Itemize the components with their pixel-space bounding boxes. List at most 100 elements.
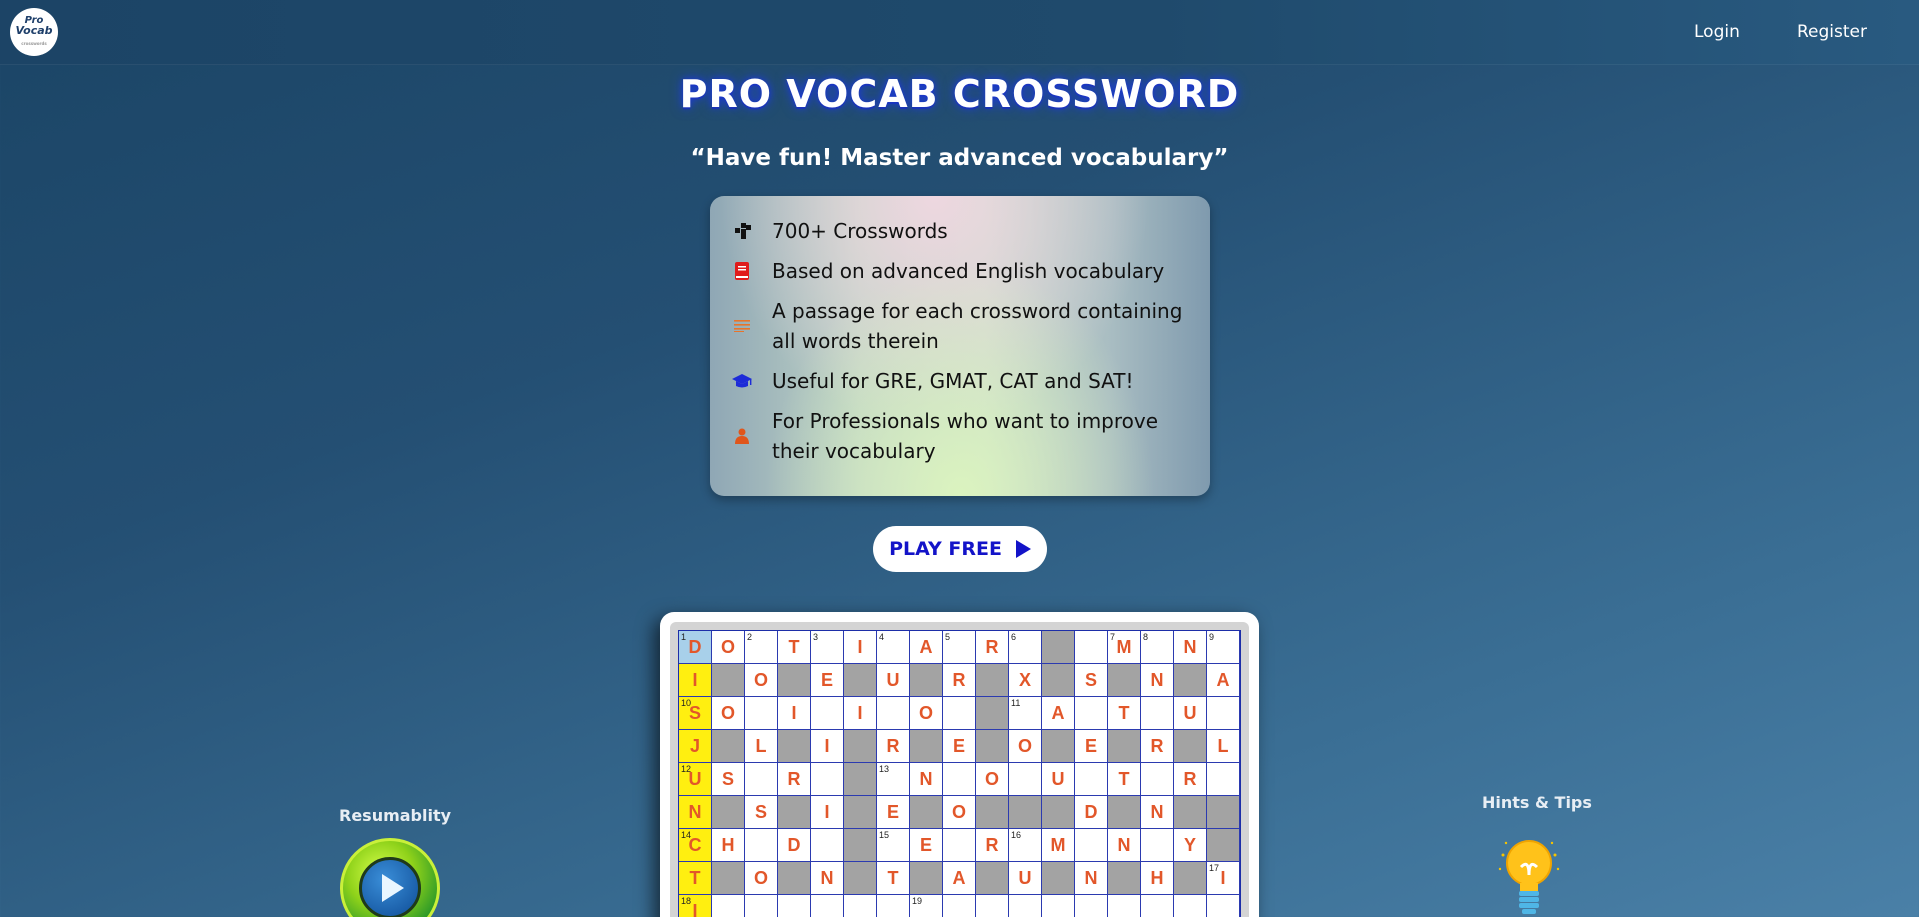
crossword-cell[interactable]: R [1174, 763, 1207, 796]
crossword-cell[interactable]: A [943, 862, 976, 895]
crossword-cell[interactable]: I [844, 631, 877, 664]
play-free-button[interactable]: PLAY FREE [873, 526, 1047, 572]
crossword-cell[interactable]: 14 C [679, 829, 712, 862]
crossword-cell[interactable]: Y [1174, 829, 1207, 862]
crossword-cell[interactable]: T [679, 862, 712, 895]
crossword-cell[interactable]: R [877, 730, 910, 763]
crossword-cell[interactable]: E [943, 730, 976, 763]
crossword-cell[interactable]: 15 [877, 829, 910, 862]
crossword-cell[interactable]: X [1009, 664, 1042, 697]
crossword-cell[interactable]: 10 S [679, 697, 712, 730]
pro-vocab-logo[interactable]: Pro Vocab crosswords [10, 8, 58, 56]
crossword-cell[interactable] [1207, 697, 1240, 730]
crossword-cell[interactable] [943, 829, 976, 862]
crossword-cell[interactable]: U [877, 664, 910, 697]
crossword-cell[interactable]: R [976, 829, 1009, 862]
crossword-cell[interactable]: T [778, 631, 811, 664]
crossword-cell[interactable] [811, 763, 844, 796]
crossword-cell[interactable] [943, 697, 976, 730]
crossword-cell[interactable]: L [745, 730, 778, 763]
crossword-cell[interactable]: M [1042, 829, 1075, 862]
crossword-cell[interactable]: 4 [877, 631, 910, 664]
crossword-cell[interactable]: E [1075, 730, 1108, 763]
crossword-cell[interactable]: 9 [1207, 631, 1240, 664]
crossword-cell[interactable]: R [976, 631, 1009, 664]
crossword-cell[interactable] [1075, 631, 1108, 664]
crossword-cell[interactable]: N [1108, 829, 1141, 862]
crossword-cell[interactable]: D [778, 829, 811, 862]
crossword-cell[interactable]: 11 [1009, 697, 1042, 730]
crossword-cell[interactable]: H [712, 829, 745, 862]
crossword-cell[interactable]: R [943, 664, 976, 697]
crossword-cell[interactable]: 12 U [679, 763, 712, 796]
crossword-cell[interactable]: U [1009, 862, 1042, 895]
crossword-cell[interactable] [1075, 697, 1108, 730]
crossword-cell[interactable]: E [811, 664, 844, 697]
crossword-cell[interactable]: O [745, 664, 778, 697]
crossword-cell[interactable]: I [679, 664, 712, 697]
crossword-cell[interactable]: N [1174, 631, 1207, 664]
crossword-cell[interactable]: O [910, 697, 943, 730]
crossword-cell[interactable] [1108, 895, 1141, 917]
crossword-cell[interactable]: T [1108, 697, 1141, 730]
crossword-cell[interactable]: 19 [910, 895, 943, 917]
crossword-cell[interactable]: 13 [877, 763, 910, 796]
crossword-cell[interactable] [1141, 763, 1174, 796]
crossword-cell[interactable]: 7M [1108, 631, 1141, 664]
crossword-cell[interactable]: E [877, 796, 910, 829]
register-link[interactable]: Register [1797, 22, 1867, 42]
crossword-cell[interactable]: R [1141, 730, 1174, 763]
crossword-cell[interactable] [778, 895, 811, 917]
crossword-cell[interactable]: 2 [745, 631, 778, 664]
crossword-cell[interactable]: A [1042, 697, 1075, 730]
crossword-cell[interactable] [1009, 895, 1042, 917]
crossword-cell[interactable]: 5 [943, 631, 976, 664]
crossword-cell[interactable]: E [910, 829, 943, 862]
crossword-cell[interactable] [745, 697, 778, 730]
crossword-cell[interactable] [1042, 895, 1075, 917]
crossword-cell[interactable]: H [1141, 862, 1174, 895]
crossword-cell[interactable] [1141, 697, 1174, 730]
crossword-cell[interactable]: N [679, 796, 712, 829]
crossword-cell[interactable] [1207, 763, 1240, 796]
crossword-cell[interactable] [1141, 829, 1174, 862]
crossword-cell[interactable] [877, 895, 910, 917]
crossword-cell[interactable]: I [844, 697, 877, 730]
crossword-cell[interactable] [1207, 895, 1240, 917]
crossword-cell[interactable] [1009, 763, 1042, 796]
crossword-cell[interactable] [1075, 763, 1108, 796]
crossword-cell[interactable]: 8 [1141, 631, 1174, 664]
crossword-cell[interactable] [943, 895, 976, 917]
crossword-cell[interactable] [745, 763, 778, 796]
crossword-cell[interactable]: 1D [679, 631, 712, 664]
crossword-cell[interactable]: O [745, 862, 778, 895]
crossword-cell[interactable]: O [712, 631, 745, 664]
crossword-cell[interactable] [811, 697, 844, 730]
crossword-cell[interactable]: 6 [1009, 631, 1042, 664]
crossword-cell[interactable] [844, 895, 877, 917]
crossword-cell[interactable]: I [811, 730, 844, 763]
crossword-cell[interactable] [976, 895, 1009, 917]
crossword-cell[interactable] [943, 763, 976, 796]
crossword-cell[interactable] [745, 829, 778, 862]
crossword-cell[interactable] [745, 895, 778, 917]
crossword-cell[interactable] [1141, 895, 1174, 917]
crossword-cell[interactable] [712, 895, 745, 917]
crossword-cell[interactable]: U [1042, 763, 1075, 796]
crossword-cell[interactable] [877, 697, 910, 730]
crossword-cell[interactable] [1075, 895, 1108, 917]
crossword-cell[interactable]: T [1108, 763, 1141, 796]
crossword-cell[interactable]: 16 [1009, 829, 1042, 862]
crossword-cell[interactable]: 17 I [1207, 862, 1240, 895]
crossword-cell[interactable] [1075, 829, 1108, 862]
crossword-cell[interactable] [811, 829, 844, 862]
crossword-cell[interactable]: N [1141, 664, 1174, 697]
crossword-cell[interactable]: 3 [811, 631, 844, 664]
crossword-cell[interactable]: O [712, 697, 745, 730]
crossword-cell[interactable]: L [1207, 730, 1240, 763]
login-link[interactable]: Login [1694, 22, 1740, 42]
crossword-cell[interactable]: N [811, 862, 844, 895]
crossword-cell[interactable]: J [679, 730, 712, 763]
crossword-cell[interactable]: U [1174, 697, 1207, 730]
crossword-cell[interactable]: S [745, 796, 778, 829]
